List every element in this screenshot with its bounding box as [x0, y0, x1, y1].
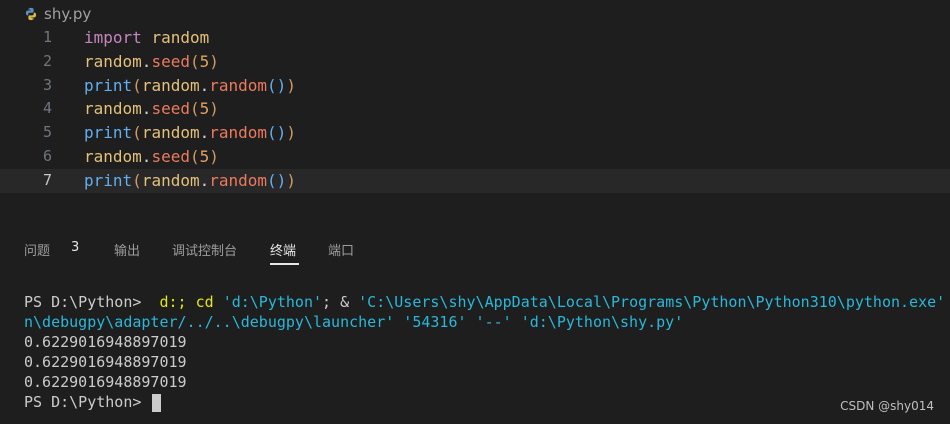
code-token: print: [84, 123, 133, 143]
terminal-final-line: PS D:\Python>: [24, 392, 950, 412]
terminal-wrap-line: n\debugpy\adapter/../..\debugpy\launcher…: [24, 313, 684, 331]
code-token: import: [84, 28, 142, 47]
code-token: random: [141, 75, 200, 95]
code-token: .: [199, 75, 210, 95]
code-line[interactable]: 1 import random: [0, 26, 950, 50]
terminal-cmd-path: 'd:\Python': [222, 293, 323, 311]
code-token: random: [141, 123, 200, 143]
terminal-cmd-exe: 'C:\Users\shy\AppData\Local\Programs\Pyt…: [358, 293, 946, 311]
code-text: print(random.random()): [84, 121, 296, 145]
line-number: 3: [42, 75, 52, 94]
code-token: random: [151, 28, 210, 47]
tab-terminal[interactable]: 终端: [270, 240, 296, 259]
line-number: 1: [42, 28, 52, 46]
code-token: (): [267, 170, 287, 190]
code-token: seed: [151, 146, 190, 166]
code-line[interactable]: 6 random.seed(5): [0, 145, 950, 169]
code-token: random: [84, 99, 142, 119]
terminal-prompt: PS D:\Python>: [24, 293, 151, 311]
code-text: import random: [84, 26, 209, 50]
code-token: seed: [151, 51, 190, 71]
code-token: 5: [199, 146, 210, 166]
code-token: random: [209, 75, 268, 95]
code-token: (): [267, 123, 287, 143]
code-text: print(random.random()): [84, 74, 296, 98]
problems-count-badge: 3: [71, 240, 80, 255]
code-line[interactable]: 2 random.seed(5): [0, 50, 950, 74]
terminal-command-line: PS D:\Python> d:; cd 'd:\Python'; & 'C:\…: [24, 292, 950, 312]
terminal-cmd-part2: ; &: [322, 293, 359, 311]
python-file-icon: [25, 7, 37, 21]
tab-output[interactable]: 输出: [114, 240, 140, 259]
code-line[interactable]: 7 print(random.random()): [0, 168, 950, 193]
code-token: (: [132, 123, 142, 143]
terminal-output-line: 0.6229016948897019: [24, 353, 187, 371]
code-token: (: [189, 51, 200, 71]
panel-tab-bar: 问题 3 输出 调试控制台 终端 端口: [0, 230, 950, 266]
code-token: ): [209, 99, 219, 119]
code-token: .: [199, 170, 210, 190]
code-line[interactable]: 5 print(random.random()): [0, 121, 950, 145]
line-number: 5: [42, 123, 52, 142]
code-token: random: [141, 170, 200, 190]
code-token: ): [209, 146, 219, 166]
code-text: print(random.random()): [84, 169, 296, 193]
code-line[interactable]: 4 random.seed(5): [0, 97, 950, 121]
terminal-final-prompt: PS D:\Python>: [24, 393, 151, 411]
code-token: .: [141, 51, 152, 71]
tab-problems[interactable]: 问题: [24, 240, 50, 259]
code-token: 5: [199, 99, 210, 119]
code-token: ): [286, 75, 296, 95]
terminal-cursor: [152, 393, 162, 412]
code-token: print: [84, 75, 133, 95]
code-text: random.seed(5): [84, 145, 219, 169]
code-token: ): [286, 170, 296, 190]
editor-tab-filename: shy.py: [44, 5, 92, 23]
code-token: seed: [151, 99, 190, 119]
tab-debug-console[interactable]: 调试控制台: [172, 240, 237, 259]
code-token: random: [84, 51, 142, 71]
code-token: random: [209, 123, 268, 143]
watermark: CSDN @shy014: [840, 399, 934, 413]
code-token: (: [132, 75, 142, 95]
code-token: ): [209, 51, 219, 71]
editor-tab-shy-py[interactable]: shy.py: [24, 3, 91, 25]
line-number: 4: [42, 99, 52, 118]
code-token: (: [132, 170, 142, 190]
terminal-view[interactable]: PS D:\Python> d:; cd 'd:\Python'; & 'C:\…: [24, 292, 950, 412]
code-text: random.seed(5): [84, 97, 219, 121]
code-token: (: [189, 146, 200, 166]
line-number: 7: [42, 170, 52, 189]
code-token: random: [84, 146, 142, 166]
terminal-output-line: 0.6229016948897019: [24, 333, 187, 351]
code-token: .: [141, 146, 152, 166]
code-text: random.seed(5): [84, 50, 219, 74]
code-editor[interactable]: 1 import random 2 random.seed(5) 3 print(rand…: [0, 26, 950, 193]
code-line[interactable]: 3 print(random.random()): [0, 74, 950, 98]
line-number: 2: [42, 51, 52, 70]
code-token: .: [141, 99, 152, 119]
code-token: random: [209, 170, 268, 190]
tab-ports[interactable]: 端口: [328, 240, 354, 259]
active-tab-indicator: [270, 263, 299, 265]
code-token: .: [199, 123, 210, 143]
terminal-cmd-part1: d:; cd: [150, 293, 223, 311]
code-token: (: [189, 99, 200, 119]
code-token: ): [286, 123, 296, 143]
code-token: 5: [199, 51, 210, 71]
line-number: 6: [42, 146, 52, 165]
editor-tab-bar: shy.py: [0, 0, 950, 26]
code-token: print: [84, 170, 133, 190]
code-token: (): [267, 75, 287, 95]
terminal-output-line: 0.6229016948897019: [24, 373, 187, 391]
